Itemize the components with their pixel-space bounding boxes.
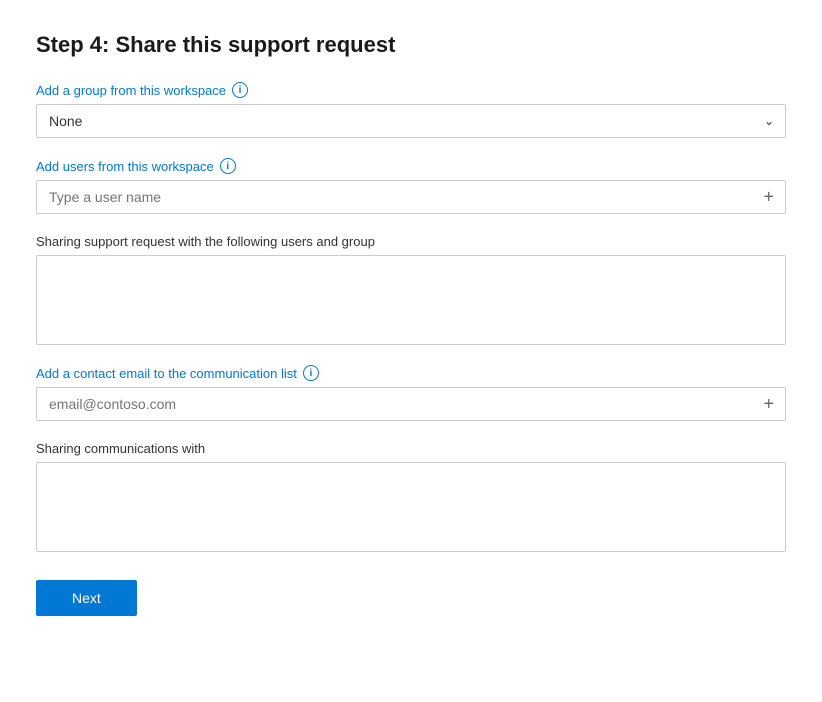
- next-button[interactable]: Next: [36, 580, 137, 616]
- group-dropdown-wrapper: None ⌄: [36, 104, 786, 138]
- group-info-icon[interactable]: i: [232, 82, 248, 98]
- user-name-input[interactable]: [36, 180, 786, 214]
- communications-label: Sharing communications with: [36, 441, 786, 456]
- users-info-icon[interactable]: i: [220, 158, 236, 174]
- sharing-label: Sharing support request with the followi…: [36, 234, 786, 249]
- email-input[interactable]: [36, 387, 786, 421]
- group-dropdown[interactable]: None: [36, 104, 786, 138]
- users-section: Add users from this workspace i +: [36, 158, 786, 214]
- email-section: Add a contact email to the communication…: [36, 365, 786, 421]
- users-input-wrapper: +: [36, 180, 786, 214]
- page-title: Step 4: Share this support request: [36, 32, 786, 58]
- group-label: Add a group from this workspace i: [36, 82, 786, 98]
- communications-section: Sharing communications with: [36, 441, 786, 552]
- sharing-list-box[interactable]: [36, 255, 786, 345]
- email-label: Add a contact email to the communication…: [36, 365, 786, 381]
- communications-list-box[interactable]: [36, 462, 786, 552]
- sharing-section: Sharing support request with the followi…: [36, 234, 786, 345]
- email-info-icon[interactable]: i: [303, 365, 319, 381]
- add-email-icon[interactable]: +: [763, 394, 774, 415]
- add-user-icon[interactable]: +: [763, 187, 774, 208]
- group-section: Add a group from this workspace i None ⌄: [36, 82, 786, 138]
- email-input-wrapper: +: [36, 387, 786, 421]
- users-label: Add users from this workspace i: [36, 158, 786, 174]
